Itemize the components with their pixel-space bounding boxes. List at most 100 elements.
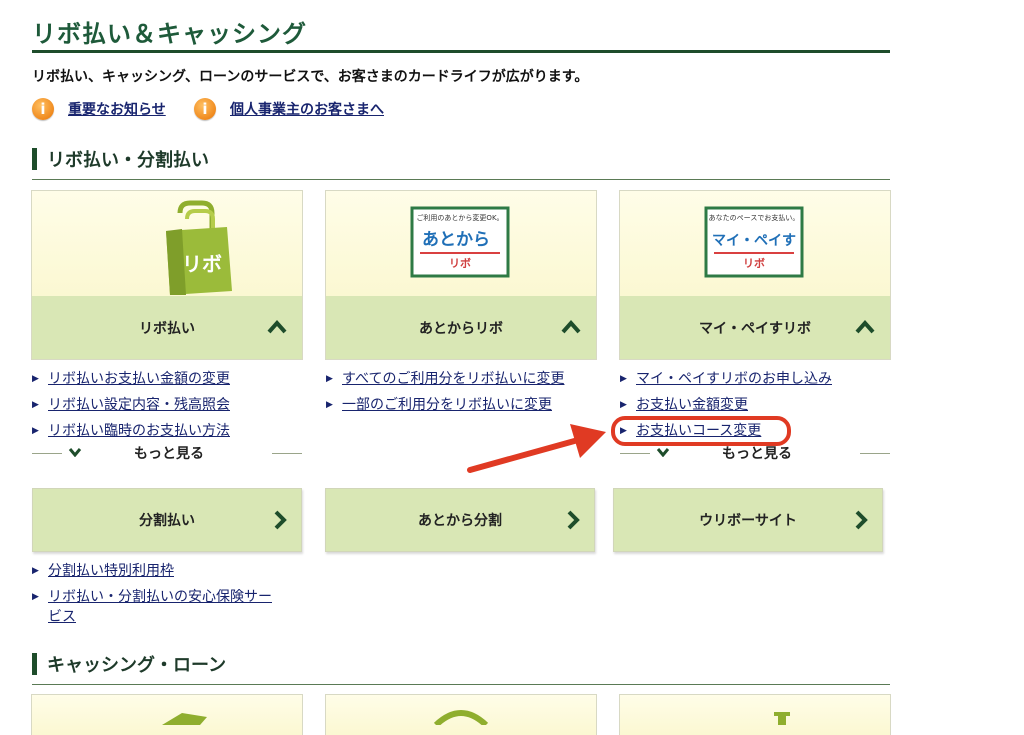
section-title-cashing: キャッシング・ローン: [32, 651, 226, 677]
triangle-bullet-icon: ▶: [32, 592, 39, 602]
mypaysu-revo-logo: あなたのペースでお支払い。 マイ・ペイす リボ: [704, 206, 804, 278]
intro-text: リボ払い、キャッシング、ローンのサービスで、お客さまのカードライフが広がります。: [32, 69, 589, 85]
link-insurance-service-cont[interactable]: ビス: [48, 607, 76, 627]
triangle-bullet-icon: ▶: [326, 400, 333, 410]
section-title-revo-text: リボ払い・分割払い: [47, 150, 209, 171]
notice-sole-proprietor[interactable]: i 個人事業主のお客さまへ: [194, 97, 384, 121]
svg-text:マイ・ペイす: マイ・ペイす: [712, 233, 796, 249]
chevron-right-icon: [567, 510, 580, 530]
link-installment-special-limit[interactable]: 分割払い特別利用枠: [48, 561, 174, 581]
card-mypaysu-image: あなたのペースでお支払い。 マイ・ペイす リボ: [620, 191, 890, 296]
notice-important-link[interactable]: 重要なお知らせ: [68, 99, 166, 119]
button-uribo-site[interactable]: ウリボーサイト: [613, 488, 883, 552]
card-revo[interactable]: リボ リボ払い: [31, 190, 303, 360]
card-cashing-2[interactable]: [325, 694, 597, 735]
list-item-continuation: ▶ビス: [32, 607, 76, 627]
cashing-illustration: [162, 713, 207, 725]
chevron-right-icon: [274, 510, 287, 530]
title-divider: [32, 50, 890, 53]
chevron-up-icon: [267, 319, 287, 334]
list-item: ▶ リボ払い・分割払いの安心保険サー: [32, 587, 272, 607]
more-label: もっと見る: [134, 446, 204, 462]
link-revo-settings-balance[interactable]: リボ払い設定内容・残高照会: [48, 395, 230, 415]
highlight-box: [611, 416, 791, 446]
button-uribo-site-label: ウリボーサイト: [699, 513, 797, 529]
svg-text:あなたのペースでお支払い。: あなたのペースでお支払い。: [709, 213, 800, 222]
section-bar: [32, 653, 37, 675]
divider: [272, 453, 302, 454]
list-item: ▶ お支払い金額変更: [620, 395, 748, 415]
link-atokara-all[interactable]: すべてのご利用分をリボ払いに変更: [342, 369, 564, 389]
section-divider: [32, 684, 890, 685]
section-bar: [32, 148, 37, 170]
link-insurance-service[interactable]: リボ払い・分割払いの安心保険サー: [48, 587, 272, 607]
triangle-bullet-icon: ▶: [620, 374, 627, 384]
triangle-bullet-icon: ▶: [32, 426, 39, 436]
chevron-up-icon: [855, 319, 875, 334]
svg-text:ご利用のあとから変更OK。: ご利用のあとから変更OK。: [416, 213, 503, 222]
list-item: ▶ すべてのご利用分をリボ払いに変更: [326, 369, 564, 389]
info-icon: i: [32, 98, 54, 120]
divider: [620, 453, 650, 454]
list-item: ▶ 分割払い特別利用枠: [32, 561, 174, 581]
notice-important[interactable]: i 重要なお知らせ: [32, 97, 166, 121]
card-atokara-links: ▶ すべてのご利用分をリボ払いに変更 ▶ 一部のご利用分をリボ払いに変更: [326, 369, 606, 413]
card-cashing-3[interactable]: [619, 694, 891, 735]
triangle-bullet-icon: ▶: [32, 566, 39, 576]
link-revo-extra-payment[interactable]: リボ払い臨時のお支払い方法: [48, 421, 230, 441]
notice-sole-proprietor-link[interactable]: 個人事業主のお客さまへ: [230, 99, 384, 119]
shopping-bag-icon: リボ: [166, 200, 232, 295]
link-mypaysu-amount-change[interactable]: お支払い金額変更: [636, 395, 748, 415]
card-atokara-label-area[interactable]: あとからリボ: [326, 296, 596, 359]
more-toggle-mypaysu[interactable]: もっと見る: [620, 443, 890, 463]
chevron-right-icon: [855, 510, 868, 530]
card-cashing-1[interactable]: [31, 694, 303, 735]
card-revo-image: リボ: [32, 191, 302, 296]
triangle-bullet-icon: ▶: [32, 400, 39, 410]
svg-text:リボ: リボ: [743, 256, 765, 270]
chevron-up-icon: [561, 319, 581, 334]
button-installment-label: 分割払い: [139, 513, 195, 529]
section-title-revo: リボ払い・分割払い: [32, 146, 209, 172]
button-atokara-installment-label: あとから分割: [418, 513, 502, 529]
list-item: ▶ リボ払いお支払い金額の変更: [32, 369, 230, 389]
page-title: リボ払い＆キャッシング: [32, 20, 307, 48]
chevron-down-icon: [656, 448, 670, 457]
link-mypaysu-apply[interactable]: マイ・ペイすリボのお申し込み: [636, 369, 832, 389]
card-atokara-image: ご利用のあとから変更OK。 あとから リボ: [326, 191, 596, 296]
more-label: もっと見る: [722, 446, 792, 462]
svg-text:リボ: リボ: [449, 256, 471, 270]
card-revo-links: ▶ リボ払いお支払い金額の変更 ▶ リボ払い設定内容・残高照会 ▶ リボ払い臨時のお支…: [32, 369, 312, 439]
red-arrow-icon: [467, 424, 606, 473]
atokara-revo-logo: ご利用のあとから変更OK。 あとから リボ: [410, 206, 510, 278]
installment-links: ▶ 分割払い特別利用枠 ▶ リボ払い・分割払いの安心保険サー ▶ビス: [32, 561, 312, 629]
cashing-illustration: [433, 710, 489, 728]
cashing-illustration: [774, 712, 790, 725]
svg-text:リボ: リボ: [182, 252, 222, 276]
list-item: ▶ リボ払い設定内容・残高照会: [32, 395, 230, 415]
info-icon: i: [194, 98, 216, 120]
card-mypaysu-revo[interactable]: あなたのペースでお支払い。 マイ・ペイす リボ マイ・ペイすリボ: [619, 190, 891, 360]
triangle-bullet-icon: ▶: [326, 374, 333, 384]
more-toggle-revo[interactable]: もっと見る: [32, 443, 302, 463]
divider: [32, 453, 62, 454]
card-atokara-label: あとからリボ: [419, 320, 503, 337]
card-atokara-revo[interactable]: ご利用のあとから変更OK。 あとから リボ あとからリボ: [325, 190, 597, 360]
chevron-down-icon: [68, 448, 82, 457]
link-atokara-partial[interactable]: 一部のご利用分をリボ払いに変更: [342, 395, 552, 415]
section-divider: [32, 179, 890, 180]
link-revo-amount-change[interactable]: リボ払いお支払い金額の変更: [48, 369, 230, 389]
card-mypaysu-label-area[interactable]: マイ・ペイすリボ: [620, 296, 890, 359]
list-item: ▶ 一部のご利用分をリボ払いに変更: [326, 395, 552, 415]
list-item: ▶ マイ・ペイすリボのお申し込み: [620, 369, 832, 389]
divider: [860, 453, 890, 454]
card-revo-label-area[interactable]: リボ払い: [32, 296, 302, 359]
card-mypaysu-label: マイ・ペイすリボ: [699, 320, 811, 337]
card-revo-label: リボ払い: [139, 320, 195, 337]
button-atokara-installment[interactable]: あとから分割: [325, 488, 595, 552]
list-item: ▶ リボ払い臨時のお支払い方法: [32, 421, 230, 441]
triangle-bullet-icon: ▶: [620, 400, 627, 410]
button-installment[interactable]: 分割払い: [32, 488, 302, 552]
svg-text:あとから: あとから: [422, 230, 490, 250]
triangle-bullet-icon: ▶: [32, 374, 39, 384]
